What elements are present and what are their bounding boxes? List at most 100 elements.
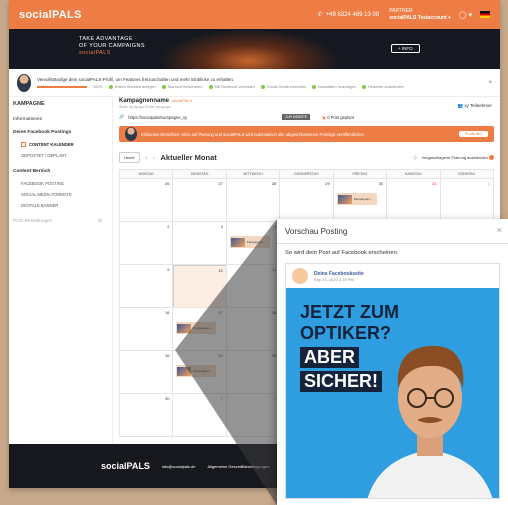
day-header: DIENSTAG (173, 170, 227, 179)
sidebar-item-digital-banner[interactable]: DIGITALE BANNER (9, 200, 112, 211)
sidebar-item-info[interactable]: Informationen (9, 113, 112, 126)
calendar-day-cell[interactable]: 17 Kampagnen... (173, 308, 227, 351)
calendar-day-cell[interactable]: 26 (120, 179, 174, 222)
footer-email[interactable]: info@socialpals.de (162, 464, 196, 469)
calendar-day-cell[interactable]: 10 (173, 265, 227, 308)
calendar-icon (21, 142, 26, 148)
day-number: 1 (487, 181, 490, 186)
calendar-day-cell[interactable]: 3 (173, 222, 227, 265)
info-icon: ⓘ (413, 154, 418, 160)
planning-button[interactable]: PLANUNG (459, 131, 488, 137)
calendar-day-cell[interactable]: 24 Kampagnen... (173, 351, 227, 394)
calendar-day-cell[interactable]: 29 (280, 179, 334, 222)
banner-text: TAKE ADVANTAGE OF YOUR CAMPAIGNS socialP… (79, 36, 145, 56)
calendar-day-cell[interactable]: 16 (120, 351, 174, 394)
campaign-url[interactable]: https://socialpals/Kampagne_xy (128, 115, 187, 120)
sidebar-item-sm-formats[interactable]: SOCIAL MEDIA FORMATE (9, 189, 112, 200)
preview-modal: Vorschau Posting × So wird dein Post auf… (277, 219, 508, 505)
day-number: 16 (164, 353, 170, 358)
post-label: Kampagnen... (193, 369, 213, 373)
post-thumbnail (337, 194, 352, 204)
calendar-day-cell[interactable]: 30 Kampagnen... (333, 179, 388, 222)
check-icon (208, 84, 213, 89)
hint-text: Einfaches Einrichten: Klick auf Planung … (141, 131, 364, 137)
day-number: 2 (274, 396, 277, 401)
sidebar-item-pos[interactable]: POS-Bestellungen ⊘ (9, 215, 112, 228)
progress-step[interactable]: Social Media einrichten (261, 84, 306, 89)
german-flag-icon[interactable] (480, 11, 490, 18)
calendar-day-cell[interactable]: 1 (440, 179, 494, 222)
sidebar-item-content-calendar[interactable]: CONTENT KALENDER (9, 139, 112, 150)
calendar-day-cell[interactable]: 11 (226, 265, 281, 308)
calendar-day-cell[interactable]: 4 Kampagnen... (226, 222, 281, 265)
scheduled-post[interactable]: Kampagnen... (336, 193, 377, 205)
progress-step[interactable]: Hinweise ausblenden (362, 84, 404, 89)
person-illustration (367, 345, 493, 498)
calendar-day-cell[interactable]: 16 (120, 308, 174, 351)
calendar-icon: ▣ (322, 114, 327, 120)
sidebar-item-posted[interactable]: GEPOSTET / GEPLANT (9, 150, 112, 161)
scheduled-post[interactable]: Kampagnen... (176, 365, 217, 377)
calendar-day-cell[interactable]: 18 (226, 308, 281, 351)
post-date: Sep 13, 2020 2:39 PM (314, 276, 354, 282)
progress-step[interactable]: Bankdaten hinzufügen (312, 84, 356, 89)
website-button[interactable]: ZUR WEBSITE (282, 114, 311, 120)
post-label: Kampagnen... (193, 326, 213, 330)
close-icon[interactable]: × (497, 225, 502, 235)
disabled-icon: ⊘ (97, 219, 102, 225)
calendar-day-cell[interactable]: 9 (120, 265, 174, 308)
day-number: 30 (164, 396, 170, 401)
check-icon (261, 84, 266, 89)
promo-banner: TAKE ADVANTAGE OF YOUR CAMPAIGNS socialP… (9, 29, 500, 69)
scheduled-post[interactable]: Kampagnen... (229, 236, 270, 248)
footer-terms[interactable]: Allgemeine Geschäftsbedingungen (208, 464, 270, 469)
today-button[interactable]: Heute (119, 152, 140, 163)
prev-icon[interactable]: ‹ (146, 155, 147, 160)
day-number: 4 (274, 224, 277, 229)
day-header: SONNTAG (440, 170, 494, 179)
close-icon[interactable]: × (488, 80, 492, 86)
info-button[interactable]: + INFO (391, 44, 420, 53)
progress-step[interactable]: Ersten Standort anlegen (108, 84, 156, 89)
next-icon[interactable]: › (153, 155, 154, 160)
users-icon: 👥 (457, 103, 464, 108)
day-number: 31 (432, 181, 437, 186)
day-number: 17 (218, 310, 223, 315)
avatar (17, 73, 31, 92)
scheduled-post[interactable]: Kampagnen... (176, 322, 217, 334)
user-menu-icon[interactable]: ◯ ▾ (459, 11, 472, 19)
calendar-toolbar: Heute ‹ › Aktueller Monat ⓘ Vorgeschlage… (119, 152, 494, 163)
check-icon (161, 84, 166, 89)
calendar-day-cell[interactable]: 31 (387, 179, 441, 222)
calendar-day-cell[interactable]: 2 (226, 394, 281, 437)
sidebar: KAMPAGNE Informationen Deine Facebook Po… (9, 97, 113, 444)
calendar-day-cell[interactable]: 30 (120, 394, 174, 437)
facebook-post-preview: Deine Facebookseite Sep 13, 2020 2:39 PM… (285, 263, 500, 499)
month-title: Aktueller Monat (160, 153, 217, 162)
top-bar: socialPALS ✆ +49 6324 469 13 08 PARTNER so… (9, 0, 500, 29)
progress-step[interactable]: Mit Facebook verbinden (208, 84, 255, 89)
suggest-toggle[interactable]: ⓘ Vorgeschlagene Planung ausblenden (413, 155, 494, 161)
phone-number[interactable]: ✆ +49 6324 469 13 08 (318, 11, 380, 19)
participants: 👥 xy Teilnehmer (457, 103, 492, 108)
calendar-day-cell[interactable]: 28 (226, 179, 281, 222)
sidebar-item-content-area[interactable]: Content-Bereich (9, 165, 112, 178)
calendar-day-cell[interactable]: 27 (173, 179, 227, 222)
day-number: 28 (271, 181, 277, 186)
logo[interactable]: socialPALS (19, 9, 82, 21)
progress-step[interactable]: Standort freischalten (161, 84, 203, 89)
day-number: 1 (220, 396, 223, 401)
sidebar-heading: KAMPAGNE (13, 101, 45, 107)
calendar-day-cell[interactable]: 25 (226, 351, 281, 394)
posts-planned: ▣ 0 Post geplant (322, 114, 354, 120)
sidebar-item-fb-postings[interactable]: Deine Facebook Postings (9, 126, 112, 139)
divider (277, 243, 508, 244)
sidebar-item-fb-posting[interactable]: FACEBOOK POSTING (9, 178, 112, 189)
day-number: 25 (271, 353, 277, 358)
day-header: MITTWOCH (226, 170, 281, 179)
day-number: 27 (218, 181, 223, 186)
partner-selector[interactable]: PARTNER socialPALS Testaccount ▾ (389, 8, 451, 22)
day-header: SAMSTAG (387, 170, 441, 179)
calendar-day-cell[interactable]: 2 (120, 222, 174, 265)
calendar-day-cell[interactable]: 1 (173, 394, 227, 437)
